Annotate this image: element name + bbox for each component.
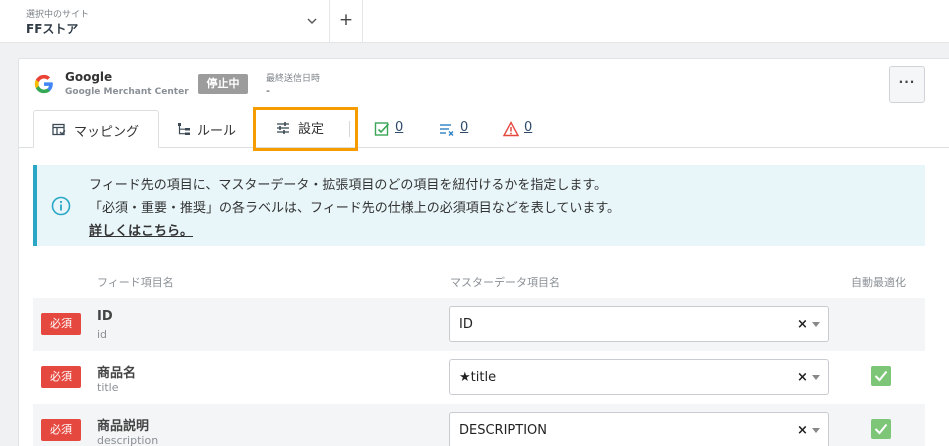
ok-count: 0 — [395, 120, 404, 135]
dropdown-arrow-icon — [812, 322, 820, 327]
checklist-ok-icon — [374, 122, 390, 136]
info-text-line-2: 「必須・重要・推奨」の各ラベルは、フィード先の仕様上の必須項目などを表しています… — [89, 201, 621, 216]
clear-selection-button[interactable]: × — [797, 423, 808, 438]
master-field-select[interactable]: ID × — [449, 306, 829, 342]
service-subtitle: Google Merchant Center — [65, 87, 189, 97]
site-caption: 選択中のサイト — [26, 10, 90, 20]
column-header-master-item: マスターデータ項目名 — [450, 276, 560, 289]
sliders-icon — [277, 122, 289, 134]
dropdown-arrow-icon — [812, 375, 820, 380]
auto-optimize-checkbox[interactable] — [871, 419, 891, 439]
warning-count: 0 — [524, 120, 533, 135]
required-badge: 必須 — [41, 313, 81, 335]
required-badge: 必須 — [41, 419, 81, 441]
warning-icon — [503, 121, 519, 137]
status-badge: 停止中 — [198, 74, 248, 94]
tab-rule-label: ルール — [197, 124, 237, 139]
check-icon — [874, 423, 888, 435]
site-selector-bar: 選択中のサイト FFストア + — [0, 0, 949, 43]
feed-field-key: id — [97, 328, 108, 341]
info-box: フィード先の項目に、マスターデータ・拡張項目のどの項目を紐付けるかを指定します。… — [33, 165, 925, 246]
master-field-value: ★title — [459, 370, 497, 385]
rule-tree-icon — [178, 123, 190, 135]
feed-field-key: title — [97, 381, 119, 394]
last-sent-value: - — [266, 84, 270, 97]
site-name: FFストア — [26, 22, 79, 36]
column-header-feed-item: フィード項目名 — [97, 276, 174, 289]
tab-mapping[interactable]: マッピング — [33, 110, 159, 148]
required-badge: 必須 — [41, 366, 81, 388]
service-name: Google — [65, 70, 113, 84]
chevron-down-icon — [307, 18, 317, 24]
tab-separator — [349, 121, 350, 137]
google-logo-icon — [34, 74, 53, 94]
feed-field-name: 商品名 — [97, 366, 137, 381]
add-site-button[interactable]: + — [330, 0, 363, 42]
tab-rule[interactable]: ルール — [177, 110, 247, 148]
tab-settings-label: 設定 — [298, 122, 325, 137]
learn-more-link[interactable]: 詳しくはこちら。 — [89, 220, 193, 239]
site-select-dropdown[interactable]: 選択中のサイト FFストア — [0, 0, 330, 42]
table-row: 必須 ID id ID × — [33, 298, 925, 352]
master-field-value: ID — [459, 317, 473, 332]
error-count: 0 — [460, 120, 469, 135]
feed-field-key: description — [97, 434, 159, 446]
table-row: 必須 商品名 title ★title × — [33, 351, 925, 405]
more-options-button[interactable]: ··· — [889, 66, 925, 103]
list-error-icon — [440, 124, 454, 136]
mapping-icon — [52, 123, 66, 136]
master-field-select[interactable]: ★title × — [449, 359, 829, 395]
tab-settings[interactable]: 設定 — [253, 107, 358, 151]
column-header-auto-optimize: 自動最適化 — [851, 276, 906, 289]
clear-selection-button[interactable]: × — [797, 317, 808, 332]
info-text-line-1: フィード先の項目に、マスターデータ・拡張項目のどの項目を紐付けるかを指定します。 — [89, 178, 608, 193]
auto-optimize-checkbox[interactable] — [871, 366, 891, 386]
table-row: 必須 商品説明 description DESCRIPTION × — [33, 404, 925, 446]
master-field-select[interactable]: DESCRIPTION × — [449, 412, 829, 446]
tab-mapping-label: マッピング — [74, 125, 140, 140]
feed-field-name: 商品説明 — [97, 419, 150, 434]
last-sent-label: 最終送信日時 — [266, 74, 321, 84]
check-icon — [874, 370, 888, 382]
feed-field-name: ID — [97, 309, 113, 324]
dropdown-arrow-icon — [812, 428, 820, 433]
master-field-value: DESCRIPTION — [459, 423, 547, 438]
clear-selection-button[interactable]: × — [797, 370, 808, 385]
info-icon — [51, 196, 71, 216]
